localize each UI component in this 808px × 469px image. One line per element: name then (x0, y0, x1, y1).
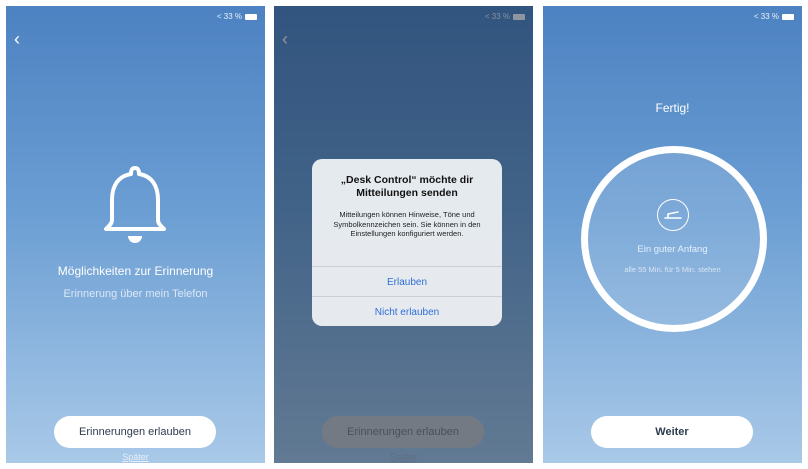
back-chevron-icon[interactable]: ‹ (14, 30, 20, 48)
ring-title: Ein guter Anfang (637, 244, 708, 255)
page-title: Fertig! (655, 101, 690, 115)
later-link[interactable]: Später (6, 452, 265, 462)
alert-message: Mitteilungen können Hinweise, Töne und S… (333, 210, 481, 238)
bell-icon (104, 166, 166, 243)
battery-icon (245, 13, 257, 20)
page-title: Möglichkeiten zur Erinnerung (57, 264, 214, 278)
status-text: < 33 % (216, 12, 242, 21)
page-subtitle: Erinnerung über mein Telefon (63, 288, 208, 300)
deny-button[interactable]: Nicht erlauben (312, 296, 502, 327)
alert-title: „Desk Control“ möchte dir Mitteilungen s… (340, 174, 474, 199)
permission-alert: „Desk Control“ möchte dir Mitteilungen s… (312, 159, 502, 326)
screen-permission-dialog: < 33 % ‹ Erinnerungen erlauben Später „D… (274, 6, 533, 463)
stand-desk-icon (657, 199, 689, 231)
status-text: < 33 % (753, 12, 779, 21)
continue-button[interactable]: Weiter (591, 416, 753, 448)
ring-subtitle: alle 55 Min. für 5 Min. stehen (624, 265, 721, 274)
status-bar: < 33 % (217, 12, 257, 21)
progress-ring (581, 146, 767, 332)
screen-reminder-options: < 33 % ‹ Möglichkeiten zur Erinnerung Er… (6, 6, 265, 463)
allow-button[interactable]: Erlauben (312, 266, 502, 297)
screen-done: < 33 % Fertig! Ein guter Anfang alle 55 … (543, 6, 802, 463)
status-bar: < 33 % (754, 12, 794, 21)
allow-reminders-button[interactable]: Erinnerungen erlauben (54, 416, 216, 448)
battery-icon (782, 13, 794, 20)
